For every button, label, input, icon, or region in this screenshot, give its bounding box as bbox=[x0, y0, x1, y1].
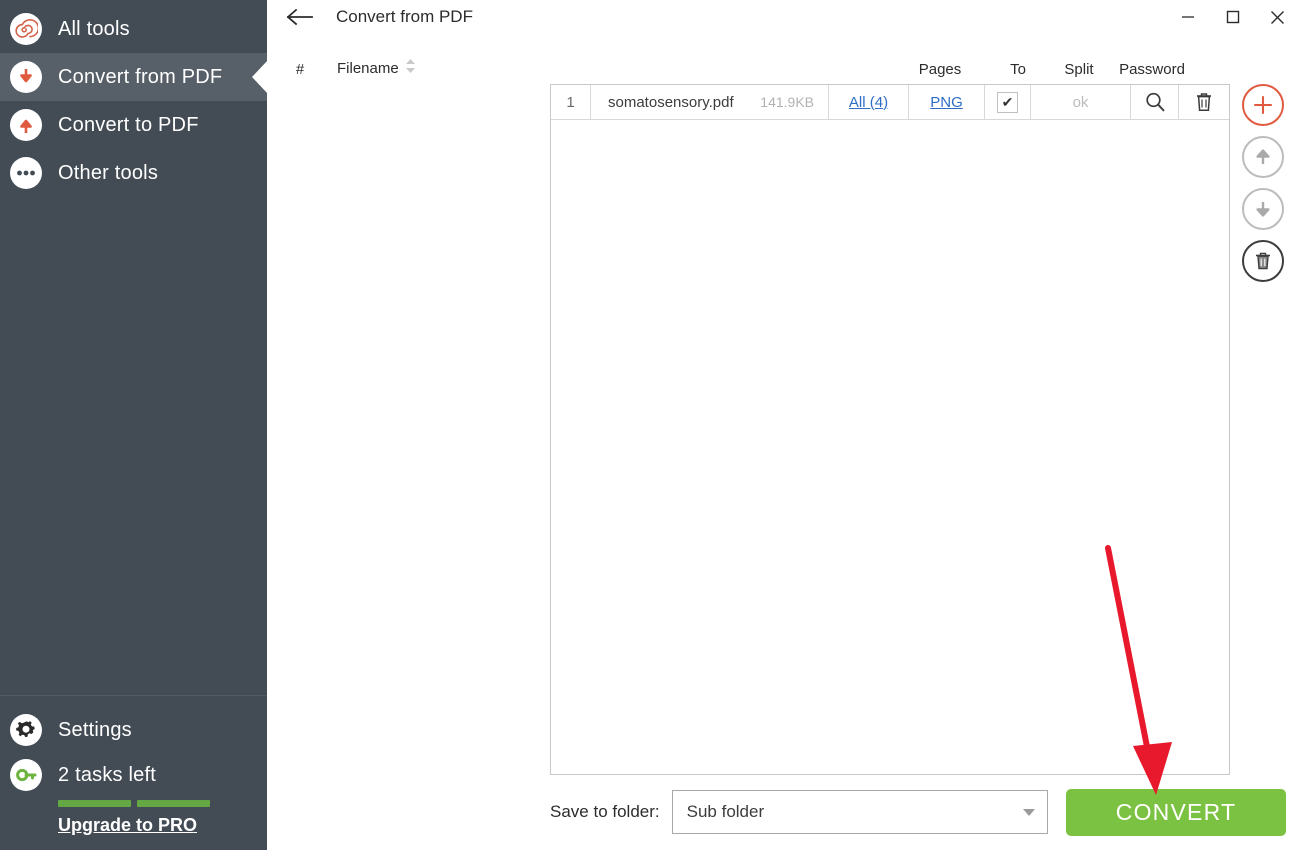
save-to-folder-label: Save to folder: bbox=[550, 802, 660, 821]
sidebar-item-label: Convert to PDF bbox=[58, 113, 199, 136]
sidebar-item-other-tools[interactable]: Other tools bbox=[0, 149, 267, 197]
move-up-button[interactable] bbox=[1242, 136, 1284, 178]
sidebar-item-all-tools[interactable]: All tools bbox=[0, 5, 267, 53]
column-header-to: To bbox=[1010, 61, 1026, 78]
arrow-down-icon bbox=[10, 61, 42, 93]
tasks-progress-bars bbox=[58, 800, 210, 807]
gear-icon bbox=[10, 714, 42, 746]
sidebar-item-convert-to-pdf[interactable]: Convert to PDF bbox=[0, 101, 267, 149]
arrow-up-icon bbox=[10, 109, 42, 141]
main-panel: Convert from PDF # Filename Pages To Spl… bbox=[267, 0, 1300, 850]
right-toolbar bbox=[1242, 84, 1286, 282]
split-checkbox[interactable]: ✔ bbox=[997, 91, 1018, 113]
spiral-icon bbox=[10, 13, 42, 45]
column-header-filename[interactable]: Filename bbox=[320, 58, 900, 78]
ellipsis-icon bbox=[10, 157, 42, 189]
convert-button[interactable]: CONVERT bbox=[1066, 788, 1286, 836]
sidebar-item-label: Other tools bbox=[58, 161, 159, 184]
column-header-pages: Pages bbox=[918, 61, 962, 78]
column-header-filename-label: Filename bbox=[337, 59, 399, 77]
row-trash-icon[interactable] bbox=[1179, 85, 1229, 119]
column-header-split: Split bbox=[1064, 61, 1094, 78]
move-down-button[interactable] bbox=[1242, 188, 1284, 230]
task-bar-segment bbox=[137, 800, 210, 807]
row-password[interactable]: ok bbox=[1031, 85, 1131, 119]
bottom-bar: Save to folder: Sub folder CONVERT bbox=[550, 788, 1286, 836]
table-header: # Filename Pages To Split Password bbox=[267, 48, 1300, 78]
table-row[interactable]: 1 somatosensory.pdf 141.9KB All (4) PNG … bbox=[551, 85, 1229, 120]
sidebar-item-label: Convert from PDF bbox=[58, 65, 223, 88]
row-split-cell: ✔ bbox=[985, 85, 1031, 119]
sidebar-footer: Settings 2 tasks left Upgrade to PRO bbox=[0, 695, 267, 850]
application-window: All tools Convert from PDF Convert to PD… bbox=[0, 0, 1300, 850]
sort-updown-icon[interactable] bbox=[405, 58, 416, 78]
maximize-button[interactable] bbox=[1210, 0, 1255, 34]
row-pages-cell: All (4) bbox=[829, 85, 909, 119]
sidebar-item-convert-from-pdf[interactable]: Convert from PDF bbox=[0, 53, 268, 101]
chevron-down-icon[interactable] bbox=[1023, 808, 1035, 816]
close-button[interactable] bbox=[1255, 0, 1300, 34]
sidebar-item-settings[interactable]: Settings bbox=[0, 706, 267, 754]
tasks-left-row[interactable]: 2 tasks left bbox=[0, 754, 267, 796]
column-header-number: # bbox=[295, 61, 305, 78]
key-icon bbox=[10, 759, 42, 791]
row-to-cell: PNG bbox=[909, 85, 985, 119]
upgrade-to-pro-link[interactable]: Upgrade to PRO bbox=[58, 815, 197, 836]
task-bar-segment bbox=[58, 800, 131, 807]
active-indicator-notch bbox=[252, 60, 268, 94]
row-pages-link[interactable]: All (4) bbox=[849, 94, 888, 111]
row-format-link[interactable]: PNG bbox=[930, 94, 963, 111]
minimize-button[interactable] bbox=[1165, 0, 1210, 34]
row-filename-cell: somatosensory.pdf 141.9KB bbox=[591, 85, 829, 119]
save-folder-value: Sub folder bbox=[686, 802, 765, 821]
sidebar-settings-label: Settings bbox=[58, 718, 132, 741]
page-title: Convert from PDF bbox=[336, 7, 473, 26]
clear-list-button[interactable] bbox=[1242, 240, 1284, 282]
add-file-button[interactable] bbox=[1242, 84, 1284, 126]
row-number: 1 bbox=[551, 85, 591, 119]
sidebar-item-label: All tools bbox=[58, 17, 130, 40]
title-bar: Convert from PDF bbox=[267, 0, 1300, 34]
sidebar: All tools Convert from PDF Convert to PD… bbox=[0, 0, 268, 850]
column-header-password: Password bbox=[1119, 61, 1185, 78]
back-arrow-icon[interactable] bbox=[285, 4, 315, 30]
window-controls bbox=[1165, 0, 1300, 34]
sidebar-nav: All tools Convert from PDF Convert to PD… bbox=[0, 0, 268, 197]
magnifier-icon[interactable] bbox=[1131, 85, 1179, 119]
file-list: 1 somatosensory.pdf 141.9KB All (4) PNG … bbox=[550, 84, 1230, 775]
row-filesize: 141.9KB bbox=[760, 94, 814, 110]
tasks-left-label: 2 tasks left bbox=[58, 763, 156, 786]
save-folder-select[interactable]: Sub folder bbox=[671, 790, 1048, 834]
row-filename: somatosensory.pdf bbox=[608, 93, 734, 111]
